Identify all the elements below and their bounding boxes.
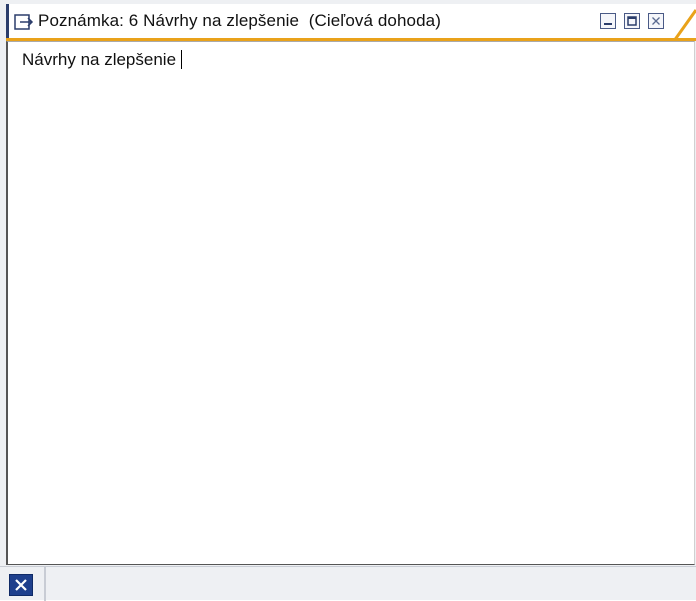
title-bar: Poznámka: 6 Návrhy na zlepšenie (Cieľová… bbox=[6, 4, 696, 41]
window-title: Poznámka: 6 Návrhy na zlepšenie (Cieľová… bbox=[38, 11, 441, 30]
title-bar-edge bbox=[6, 4, 9, 41]
note-edit-icon bbox=[14, 13, 34, 31]
note-text: Návrhy na zlepšenie bbox=[22, 50, 177, 69]
close-icon bbox=[15, 579, 27, 591]
title-bar-corner bbox=[672, 9, 696, 41]
text-caret bbox=[181, 50, 183, 69]
close-button[interactable] bbox=[648, 13, 664, 29]
maximize-button[interactable] bbox=[624, 13, 640, 29]
close-icon bbox=[652, 17, 660, 25]
status-close-button[interactable] bbox=[9, 574, 33, 596]
minimize-icon bbox=[604, 23, 612, 25]
note-window: Poznámka: 6 Návrhy na zlepšenie (Cieľová… bbox=[0, 0, 696, 601]
maximize-icon bbox=[627, 16, 637, 26]
status-bar bbox=[0, 566, 696, 601]
status-separator bbox=[44, 567, 46, 601]
note-editor[interactable]: Návrhy na zlepšenie bbox=[6, 41, 695, 565]
minimize-button[interactable] bbox=[600, 13, 616, 29]
